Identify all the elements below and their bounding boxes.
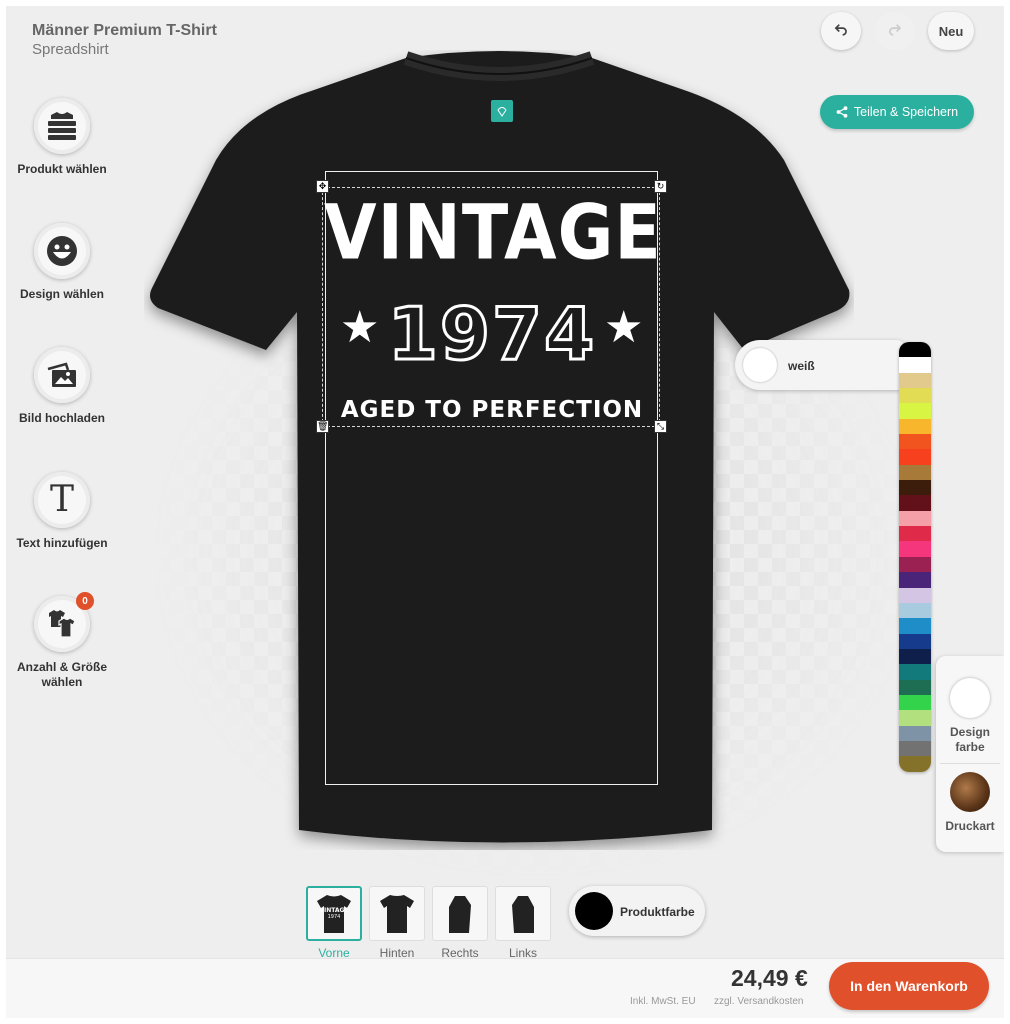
undo-icon	[834, 24, 847, 36]
tool-label: Anzahl & Größe wählen	[16, 660, 107, 689]
quantity-badge: 0	[76, 592, 94, 610]
color-swatch[interactable]	[899, 679, 931, 695]
shirt-stack-icon	[34, 98, 90, 154]
color-swatch[interactable]	[899, 464, 931, 481]
tax-note: Inkl. MwSt. EU	[630, 996, 696, 1007]
color-swatch[interactable]	[899, 648, 931, 665]
shipping-note[interactable]: zzgl. Versandkosten	[714, 996, 804, 1007]
redo-icon	[889, 24, 902, 36]
design-color-palette[interactable]	[899, 342, 931, 772]
color-swatch[interactable]	[899, 495, 931, 511]
print-type-label: Druckart	[945, 819, 995, 833]
color-swatch[interactable]	[899, 434, 931, 450]
tool-add-text[interactable]: T Text hinzufügen	[6, 472, 118, 551]
color-swatch[interactable]	[899, 342, 931, 358]
color-swatch[interactable]	[899, 664, 931, 680]
svg-text:1974: 1974	[328, 914, 341, 920]
tool-label: Bild hochladen	[18, 411, 105, 425]
designer-stage: Männer Premium T-Shirt Spreadshirt Neu T…	[6, 6, 1004, 1018]
color-swatch[interactable]	[899, 541, 931, 557]
brand-tag-icon	[491, 100, 513, 122]
color-swatch[interactable]	[899, 587, 931, 603]
design-color-tab[interactable]: Design farbe	[936, 656, 1004, 755]
color-swatch[interactable]	[899, 740, 931, 757]
text-icon: T	[34, 472, 90, 528]
share-save-label: Teilen & Speichern	[853, 105, 959, 119]
color-swatch[interactable]	[899, 480, 931, 496]
smiley-icon	[34, 223, 90, 279]
color-swatch[interactable]	[899, 449, 931, 465]
color-swatch[interactable]	[899, 694, 931, 711]
undo-button[interactable]	[821, 12, 861, 50]
design-text-aged[interactable]: AGED TO PERFECTION	[324, 397, 660, 423]
color-swatch[interactable]	[899, 725, 931, 741]
color-swatch[interactable]	[899, 418, 931, 435]
color-swatch[interactable]	[899, 572, 931, 588]
tool-upload-image[interactable]: Bild hochladen	[6, 347, 118, 426]
color-swatch[interactable]	[899, 510, 931, 527]
svg-text:VINTAGE: VINTAGE	[319, 907, 348, 914]
print-type-tab[interactable]: Druckart	[936, 772, 1004, 834]
design-color-label: Design farbe	[949, 725, 990, 754]
tool-select-product[interactable]: Produkt wählen	[6, 98, 118, 177]
color-swatch[interactable]	[899, 710, 931, 726]
product-title: Männer Premium T-Shirt	[32, 22, 217, 39]
color-swatch[interactable]	[899, 403, 931, 419]
design-color-selected[interactable]: weiß	[735, 340, 905, 390]
product-color-label: Produktfarbe	[620, 905, 695, 919]
color-swatch[interactable]	[899, 618, 931, 634]
design-text-vintage[interactable]: VINTAGE	[324, 189, 661, 277]
design-color-swatch	[743, 348, 777, 382]
design-star-right: ★	[604, 303, 644, 352]
view-right[interactable]: Rechts	[432, 886, 488, 960]
design-color-name: weiß	[788, 359, 815, 373]
design-color-dot	[950, 678, 990, 718]
tool-label: Produkt wählen	[17, 162, 107, 176]
rotate-handle-icon[interactable]: ↻	[654, 180, 667, 193]
color-swatch[interactable]	[899, 756, 931, 772]
product-color-swatch	[575, 892, 613, 930]
image-upload-icon	[34, 347, 90, 403]
side-panel: Design farbe Druckart	[936, 656, 1004, 852]
shirts-icon: 0	[34, 592, 94, 652]
tool-label: Design wählen	[19, 287, 105, 301]
view-thumb	[432, 886, 488, 941]
move-handle-icon[interactable]: ✥	[316, 180, 329, 193]
resize-handle-icon[interactable]: ⤡	[654, 420, 667, 433]
delete-handle-icon[interactable]: 🗑	[316, 420, 329, 433]
color-swatch[interactable]	[899, 556, 931, 573]
color-swatch[interactable]	[899, 526, 931, 542]
view-thumb: VINTAGE 1974	[306, 886, 362, 941]
price: 24,49 €	[731, 965, 808, 991]
view-back[interactable]: Hinten	[369, 886, 425, 960]
view-thumb	[495, 886, 551, 941]
view-front[interactable]: VINTAGE 1974 Vorne	[306, 886, 362, 960]
shop-name: Spreadshirt	[32, 41, 109, 58]
color-swatch[interactable]	[899, 602, 931, 619]
color-swatch[interactable]	[899, 633, 931, 649]
view-left[interactable]: Links	[495, 886, 551, 960]
color-swatch[interactable]	[899, 372, 931, 389]
print-type-image	[950, 772, 990, 812]
view-thumb	[369, 886, 425, 941]
new-button[interactable]: Neu	[928, 12, 974, 50]
redo-button[interactable]	[875, 12, 915, 50]
tool-label: Text hinzufügen	[16, 536, 108, 550]
product-color-button[interactable]: Produktfarbe	[569, 886, 705, 936]
tool-quantity-size[interactable]: 0 Anzahl & Größe wählen	[6, 592, 118, 690]
color-swatch[interactable]	[899, 357, 931, 373]
add-to-cart-button[interactable]: In den Warenkorb	[829, 962, 989, 1010]
color-swatch[interactable]	[899, 388, 931, 404]
tool-select-design[interactable]: Design wählen	[6, 223, 118, 302]
